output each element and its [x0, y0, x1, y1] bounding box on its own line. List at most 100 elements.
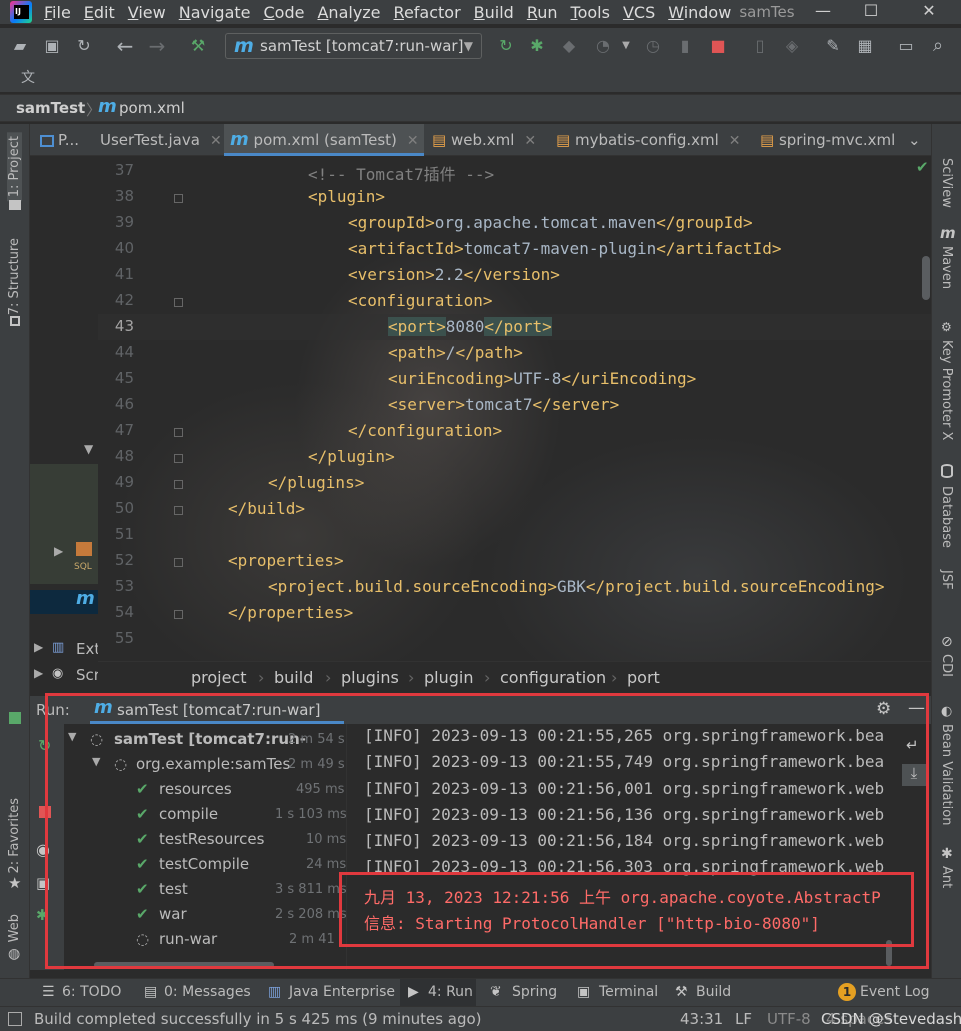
- tool-build[interactable]: Build: [696, 984, 731, 1000]
- breadcrumb-item[interactable]: port: [627, 668, 660, 687]
- debug-bug-icon[interactable]: ✱: [527, 36, 547, 56]
- tool-run-active[interactable]: ▶ 4: Run: [400, 979, 476, 1007]
- run-configuration-select[interactable]: m samTest [tomcat7:run-war] ▼: [225, 33, 482, 59]
- project-structure-icon[interactable]: ▦: [855, 36, 875, 56]
- key-promoter-tool-button[interactable]: Key Promoter X: [939, 340, 954, 440]
- menu-tools[interactable]: Tools: [571, 3, 610, 22]
- collapse-arrow-icon[interactable]: ▶: [34, 640, 43, 654]
- fold-marker-icon[interactable]: [174, 610, 183, 619]
- menu-file[interactable]: File: [44, 3, 71, 22]
- project-tool-button[interactable]: 1: Project: [7, 132, 22, 202]
- forward-arrow-icon[interactable]: →: [147, 36, 167, 56]
- maximize-icon[interactable]: ☐: [848, 0, 894, 24]
- line-separator[interactable]: LF: [735, 1010, 752, 1028]
- translate-icon[interactable]: 文: [18, 68, 38, 88]
- build-hammer-icon[interactable]: ⚒: [188, 36, 208, 56]
- breadcrumb-item[interactable]: plugins: [341, 668, 399, 687]
- collapse-arrow-icon[interactable]: ▶: [34, 666, 43, 680]
- menu-view[interactable]: View: [128, 3, 166, 22]
- menu-window[interactable]: Window: [668, 3, 731, 22]
- breadcrumb-item[interactable]: build: [274, 668, 313, 687]
- code-editor[interactable]: 37 38 39 40 41 42 43 44 45 46 47 48 49 5…: [98, 156, 931, 661]
- scratches-label[interactable]: Scr: [76, 666, 100, 684]
- external-libraries-label[interactable]: Ext: [76, 640, 100, 658]
- tool-todo[interactable]: 6: TODO: [62, 984, 121, 1000]
- tab-spring-mvc[interactable]: ▤ spring-mvc.xml: [754, 124, 904, 156]
- menu-code[interactable]: Code: [264, 3, 305, 22]
- menu-analyze[interactable]: Analyze: [317, 3, 380, 22]
- caret-position[interactable]: 43:31: [680, 1010, 723, 1028]
- fold-marker-icon[interactable]: [174, 480, 183, 489]
- tab-overflow-chevron-icon[interactable]: ⌄: [904, 124, 928, 156]
- close-tab-icon[interactable]: ✕: [210, 133, 222, 149]
- menu-run[interactable]: Run: [527, 3, 558, 22]
- inspection-ok-icon[interactable]: ✔: [916, 158, 929, 176]
- close-tab-icon[interactable]: ✕: [729, 133, 741, 149]
- maven-tool-button[interactable]: Maven: [939, 246, 954, 289]
- search-icon[interactable]: ⌕: [928, 36, 948, 56]
- breadcrumb-item[interactable]: project: [191, 668, 247, 687]
- nav-project[interactable]: samTest: [16, 99, 85, 117]
- fold-marker-icon[interactable]: [174, 558, 183, 567]
- profile-dropdown-icon[interactable]: ▼: [616, 36, 636, 56]
- expand-arrow-icon[interactable]: ▼: [84, 442, 93, 456]
- menu-navigate[interactable]: Navigate: [179, 3, 251, 22]
- collapse-arrow-icon[interactable]: ▶: [54, 544, 63, 558]
- tool-terminal[interactable]: Terminal: [599, 984, 658, 1000]
- tool-spring[interactable]: Spring: [512, 984, 557, 1000]
- bean-validation-icon: ◐: [941, 704, 953, 719]
- sciview-tool-button[interactable]: SciView: [939, 158, 954, 208]
- attach-icon[interactable]: ◷: [643, 36, 663, 56]
- tool-java-enterprise[interactable]: Java Enterprise: [289, 984, 395, 1000]
- menu-edit[interactable]: Edit: [84, 3, 115, 22]
- tool-messages[interactable]: 0: Messages: [164, 984, 251, 1000]
- nav-file[interactable]: pom.xml: [119, 99, 185, 117]
- fold-marker-icon[interactable]: [174, 506, 183, 515]
- save-icon[interactable]: ▣: [42, 36, 62, 56]
- menu-build[interactable]: Build: [474, 3, 514, 22]
- sync-icon[interactable]: ↻: [74, 36, 94, 56]
- database-tool-button[interactable]: Database: [939, 486, 954, 548]
- minimize-icon[interactable]: —: [800, 0, 846, 24]
- maven-file-icon: m: [98, 96, 117, 117]
- breadcrumb-item[interactable]: configuration: [500, 668, 606, 687]
- device-icon[interactable]: ▯: [750, 36, 770, 56]
- tab-project[interactable]: P...: [34, 124, 96, 156]
- status-toggle-icon[interactable]: [8, 1012, 22, 1026]
- stop-icon[interactable]: ■: [708, 36, 728, 56]
- close-icon[interactable]: ✕: [906, 0, 952, 24]
- fold-marker-icon[interactable]: [174, 454, 183, 463]
- open-folder-icon[interactable]: ▰: [10, 36, 30, 56]
- menu-refactor[interactable]: Refactor: [394, 3, 461, 22]
- rerun-icon[interactable]: ↻: [496, 36, 516, 56]
- profile-icon[interactable]: ◔: [593, 36, 613, 56]
- web-tool-button[interactable]: Web: [7, 914, 22, 942]
- close-tab-icon[interactable]: ✕: [524, 133, 536, 149]
- fold-marker-icon[interactable]: [174, 428, 183, 437]
- bean-validation-tool-button[interactable]: Bean Validation: [939, 724, 954, 825]
- breadcrumb-item[interactable]: plugin: [424, 668, 473, 687]
- jsf-tool-button[interactable]: JSF: [939, 570, 954, 590]
- tab-pom-xml[interactable]: m pom.xml (samTest) ✕: [224, 124, 424, 156]
- coverage-icon[interactable]: ◆: [559, 36, 579, 56]
- fold-marker-icon[interactable]: [174, 298, 183, 307]
- tab-usertest[interactable]: UserTest.java ✕: [94, 124, 222, 156]
- tab-web-xml[interactable]: ▤ web.xml ✕: [426, 124, 546, 156]
- status-message[interactable]: Build completed successfully in 5 s 425 …: [34, 1010, 482, 1028]
- fold-marker-icon[interactable]: [174, 194, 183, 203]
- close-tab-icon[interactable]: ✕: [407, 133, 419, 149]
- menu-vcs[interactable]: VCS: [623, 3, 655, 22]
- favorites-tool-button[interactable]: 2: Favorites: [7, 798, 22, 874]
- cdi-tool-button[interactable]: CDI: [939, 654, 954, 677]
- presentation-icon[interactable]: ▭: [896, 36, 916, 56]
- back-arrow-icon[interactable]: ←: [115, 36, 135, 56]
- tab-mybatis-config[interactable]: ▤ mybatis-config.xml ✕: [550, 124, 750, 156]
- wrench-icon[interactable]: ✎: [823, 36, 843, 56]
- structure-tool-button[interactable]: 7: Structure: [7, 238, 22, 315]
- file-encoding[interactable]: UTF-8: [767, 1010, 811, 1028]
- tool-event-log[interactable]: Event Log: [860, 984, 930, 1000]
- editor-scrollbar[interactable]: [922, 256, 930, 300]
- plugin-icon[interactable]: ◈: [782, 36, 802, 56]
- ant-tool-button[interactable]: Ant: [939, 866, 954, 888]
- pause-icon[interactable]: ▮: [675, 36, 695, 56]
